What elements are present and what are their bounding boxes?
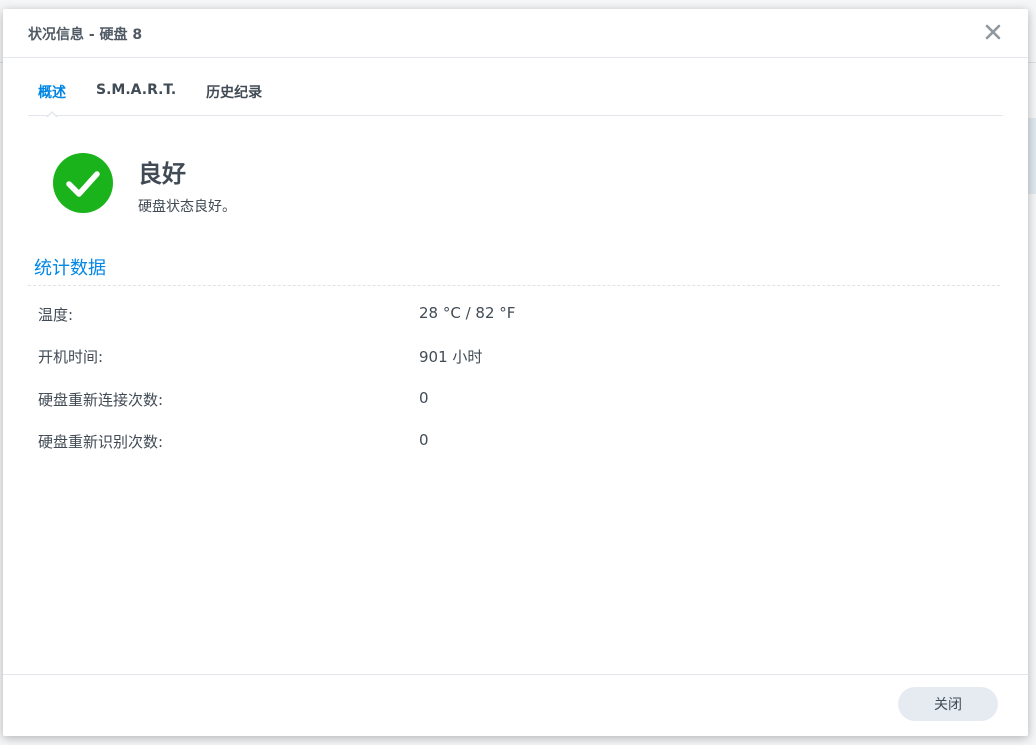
dialog-title: 状况信息 - 硬盘 8	[28, 27, 143, 43]
stat-label: 硬盘重新连接次数:	[38, 391, 164, 409]
stat-row-reconnect-count: 硬盘重新连接次数: 0	[38, 389, 998, 411]
close-icon[interactable]	[982, 21, 1004, 43]
stat-label: 开机时间:	[38, 348, 104, 366]
stat-row-reidentify-count: 硬盘重新识别次数: 0	[38, 431, 998, 453]
dialog-footer: 关闭	[3, 674, 1028, 736]
check-circle-icon	[52, 152, 114, 214]
stat-value: 0	[419, 389, 429, 407]
stat-value: 28 °C / 82 °F	[419, 304, 516, 322]
dialog-titlebar: 状况信息 - 硬盘 8	[3, 9, 1028, 58]
status-title: 良好	[138, 160, 186, 188]
tab-smart[interactable]: S.M.A.R.T.	[86, 77, 186, 116]
statistics-section-title: 统计数据	[34, 258, 106, 279]
stat-label: 温度:	[38, 306, 74, 324]
stat-value: 0	[419, 431, 429, 449]
close-button[interactable]: 关闭	[898, 687, 998, 721]
stat-row-temperature: 温度: 28 °C / 82 °F	[38, 304, 998, 326]
background-selected-row	[1028, 118, 1036, 194]
section-divider	[28, 285, 1000, 286]
tab-bar: 概述 S.M.A.R.T. 历史纪录	[28, 77, 1003, 118]
status-info-dialog: 状况信息 - 硬盘 8 概述 S.M.A.R.T. 历史纪录 良好 硬盘状态良好…	[3, 9, 1028, 736]
stat-label: 硬盘重新识别次数:	[38, 433, 164, 451]
tab-history[interactable]: 历史纪录	[196, 77, 272, 116]
stat-row-power-on-time: 开机时间: 901 小时	[38, 346, 998, 368]
tab-overview[interactable]: 概述	[28, 77, 76, 118]
status-description: 硬盘状态良好。	[138, 199, 236, 215]
stat-value: 901 小时	[419, 348, 483, 366]
